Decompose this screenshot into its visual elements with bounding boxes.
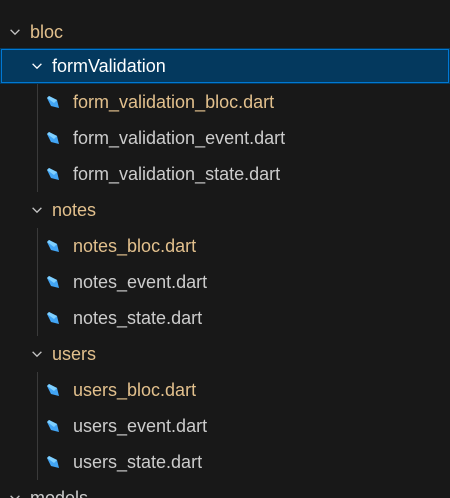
dart-icon: [47, 312, 59, 324]
indent-guide: [37, 372, 38, 408]
chevron-down-icon: [10, 29, 20, 36]
file-label: users_event.dart: [73, 416, 208, 436]
chevron-down-icon: [10, 495, 20, 498]
dart-icon: [47, 456, 59, 468]
chevron-down-icon: [32, 207, 42, 214]
dart-icon: [47, 384, 59, 396]
folder-label-bloc: bloc: [30, 22, 64, 42]
dart-icon: [47, 420, 59, 432]
chevron-down-icon: [32, 63, 42, 70]
folder-label-notes: notes: [52, 200, 97, 220]
file-label: users_state.dart: [73, 452, 203, 472]
folder-models[interactable]: models: [0, 480, 450, 498]
dart-icon: [47, 96, 59, 108]
folder-users[interactable]: users: [0, 336, 450, 372]
indent-guide: [37, 228, 38, 264]
file-label: form_validation_bloc.dart: [73, 92, 275, 112]
indent-guide: [37, 156, 38, 192]
folder-label-formvalidation: formValidation: [52, 56, 166, 76]
file-item[interactable]: users_event.dart: [0, 408, 450, 444]
file-item[interactable]: notes_state.dart: [0, 300, 450, 336]
file-item[interactable]: form_validation_state.dart: [0, 156, 450, 192]
indent-guide: [37, 300, 38, 336]
file-item[interactable]: notes_bloc.dart: [0, 228, 450, 264]
dart-icon: [47, 276, 59, 288]
file-item[interactable]: users_bloc.dart: [0, 372, 450, 408]
file-item[interactable]: form_validation_event.dart: [0, 120, 450, 156]
file-label: notes_bloc.dart: [73, 236, 197, 256]
folder-formvalidation[interactable]: formValidation: [0, 48, 450, 84]
indent-guide: [37, 120, 38, 156]
file-label: form_validation_state.dart: [73, 164, 281, 184]
folder-bloc[interactable]: bloc: [0, 14, 450, 50]
folder-notes[interactable]: notes: [0, 192, 450, 228]
folder-label-users: users: [52, 344, 97, 364]
indent-guide: [37, 444, 38, 480]
file-label: notes_state.dart: [73, 308, 203, 328]
dart-icon: [47, 132, 59, 144]
indent-guide: [37, 408, 38, 444]
file-item[interactable]: form_validation_bloc.dart: [0, 84, 450, 120]
indent-guide: [37, 84, 38, 120]
file-explorer-tree: bloc formValidation form_validation_bloc…: [0, 0, 450, 498]
file-label: form_validation_event.dart: [73, 128, 286, 148]
chevron-down-icon: [32, 351, 42, 358]
file-item[interactable]: users_state.dart: [0, 444, 450, 480]
dart-icon: [47, 240, 59, 252]
file-label: notes_event.dart: [73, 272, 208, 292]
file-label: users_bloc.dart: [73, 380, 197, 400]
indent-guide: [37, 264, 38, 300]
folder-label-models: models: [30, 488, 89, 498]
dart-icon: [47, 168, 59, 180]
file-item[interactable]: notes_event.dart: [0, 264, 450, 300]
